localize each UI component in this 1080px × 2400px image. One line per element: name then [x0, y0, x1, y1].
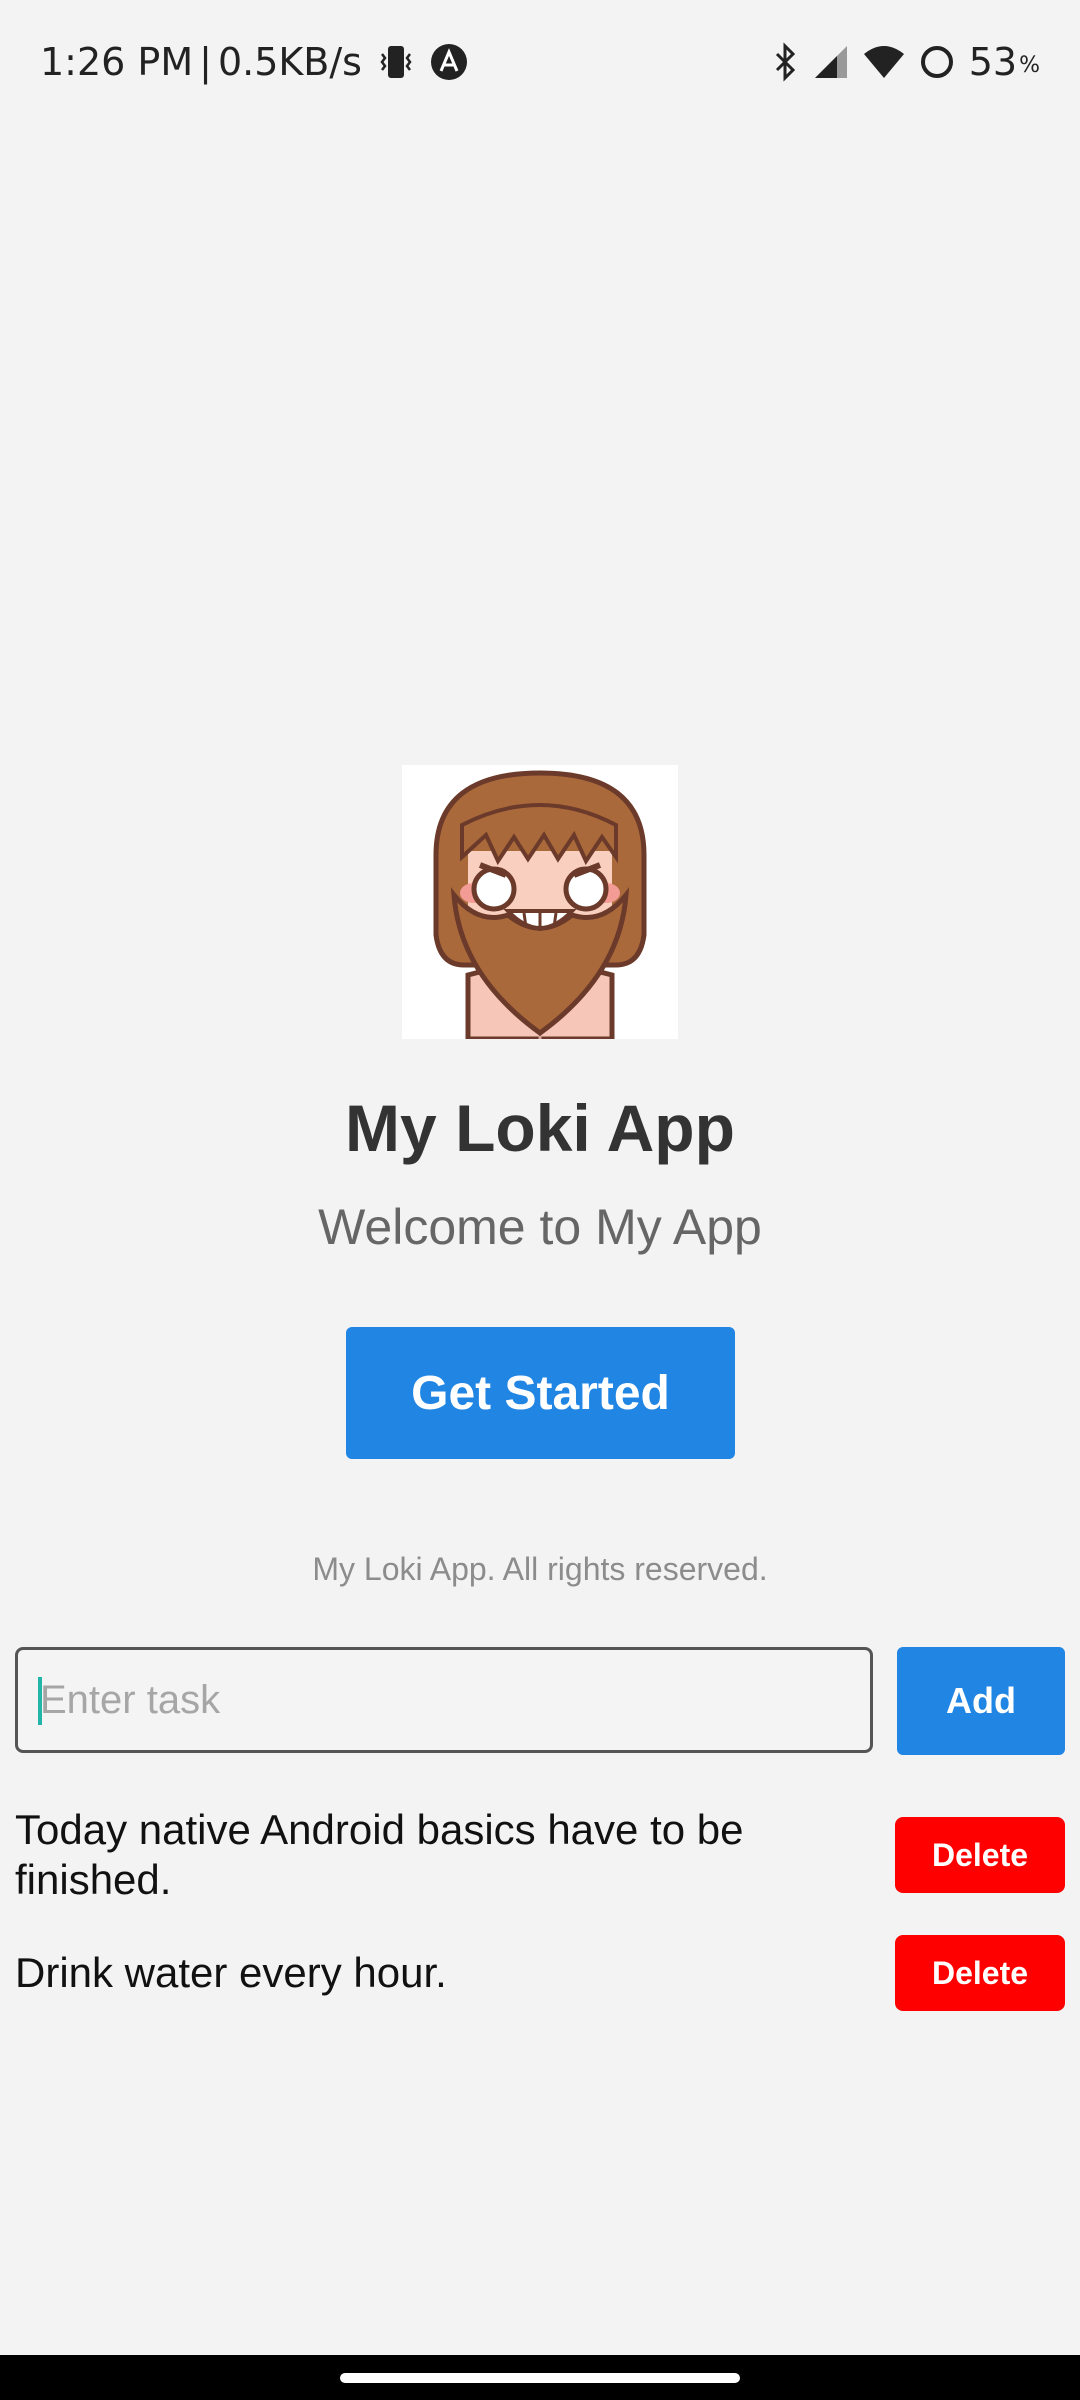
- text-cursor: [38, 1677, 42, 1725]
- status-bar: 1:26 PM | 0.5KB/s 53 %: [0, 0, 1080, 130]
- task-input[interactable]: [15, 1647, 873, 1753]
- network-speed: 0.5KB/s: [217, 40, 362, 84]
- app-subtitle: Welcome to My App: [318, 1199, 762, 1255]
- delete-task-button[interactable]: Delete: [895, 1935, 1065, 2011]
- get-started-button[interactable]: Get Started: [346, 1327, 735, 1459]
- bluetooth-icon: [771, 42, 799, 82]
- add-task-button[interactable]: Add: [897, 1647, 1065, 1755]
- app-notification-icon: [430, 43, 468, 81]
- status-separator: |: [199, 40, 212, 84]
- vibrate-icon: [376, 42, 416, 82]
- wifi-icon: [863, 44, 905, 80]
- task-item: Drink water every hour. Delete: [15, 1935, 1065, 2011]
- task-list: Today native Android basics have to be f…: [15, 1805, 1065, 2041]
- task-text: Today native Android basics have to be f…: [15, 1806, 744, 1903]
- status-time: 1:26 PM: [40, 40, 194, 84]
- battery-percent-unit: %: [1019, 53, 1040, 78]
- app-title: My Loki App: [345, 1091, 735, 1165]
- status-left: 1:26 PM | 0.5KB/s: [40, 40, 468, 84]
- footer-text: My Loki App. All rights reserved.: [312, 1551, 768, 1587]
- navigation-bar: [0, 2355, 1080, 2400]
- bearded-character-icon: [433, 770, 647, 1042]
- delete-task-button[interactable]: Delete: [895, 1817, 1065, 1893]
- loki-avatar: [402, 765, 678, 1042]
- battery-percent: 53: [968, 40, 1018, 84]
- signal-icon: [813, 44, 849, 80]
- status-right: 53 %: [771, 40, 1040, 84]
- home-gesture-handle[interactable]: [340, 2373, 740, 2383]
- task-item: Today native Android basics have to be f…: [15, 1805, 1065, 1905]
- task-text: Drink water every hour.: [15, 1949, 447, 1996]
- battery-icon: [919, 44, 955, 80]
